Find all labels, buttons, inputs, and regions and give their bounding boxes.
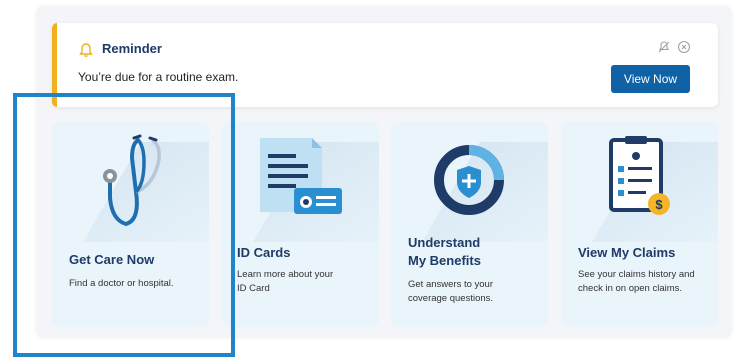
card-description: See your claims history and check in on … <box>578 269 695 294</box>
view-now-button[interactable]: View Now <box>611 65 690 93</box>
card-description: Learn more about your ID Card <box>237 269 334 294</box>
id-card-icon <box>260 138 342 214</box>
card-title: View My Claims <box>578 245 676 260</box>
card-title: ID Cards <box>237 245 291 260</box>
svg-text:$: $ <box>655 197 663 212</box>
dismiss-bell-icon[interactable] <box>657 40 671 54</box>
bell-icon <box>79 43 93 57</box>
close-icon[interactable] <box>677 40 691 54</box>
view-my-claims-card[interactable]: $ View My Claims See your claims history… <box>561 122 718 327</box>
claims-clipboard-icon: $ <box>609 136 670 215</box>
id-cards-card[interactable]: ID Cards Learn more about your ID Card <box>222 122 379 327</box>
selection-highlight-box <box>13 93 235 357</box>
understand-benefits-card[interactable]: Understand My Benefits Get answers to yo… <box>391 122 548 327</box>
card-title: Understand My Benefits <box>408 235 481 268</box>
benefits-shield-icon <box>434 145 504 215</box>
reminder-message: You’re due for a routine exam. <box>78 70 239 84</box>
reminder-title: Reminder <box>102 41 162 56</box>
card-description: Get answers to your coverage questions. <box>408 279 494 304</box>
